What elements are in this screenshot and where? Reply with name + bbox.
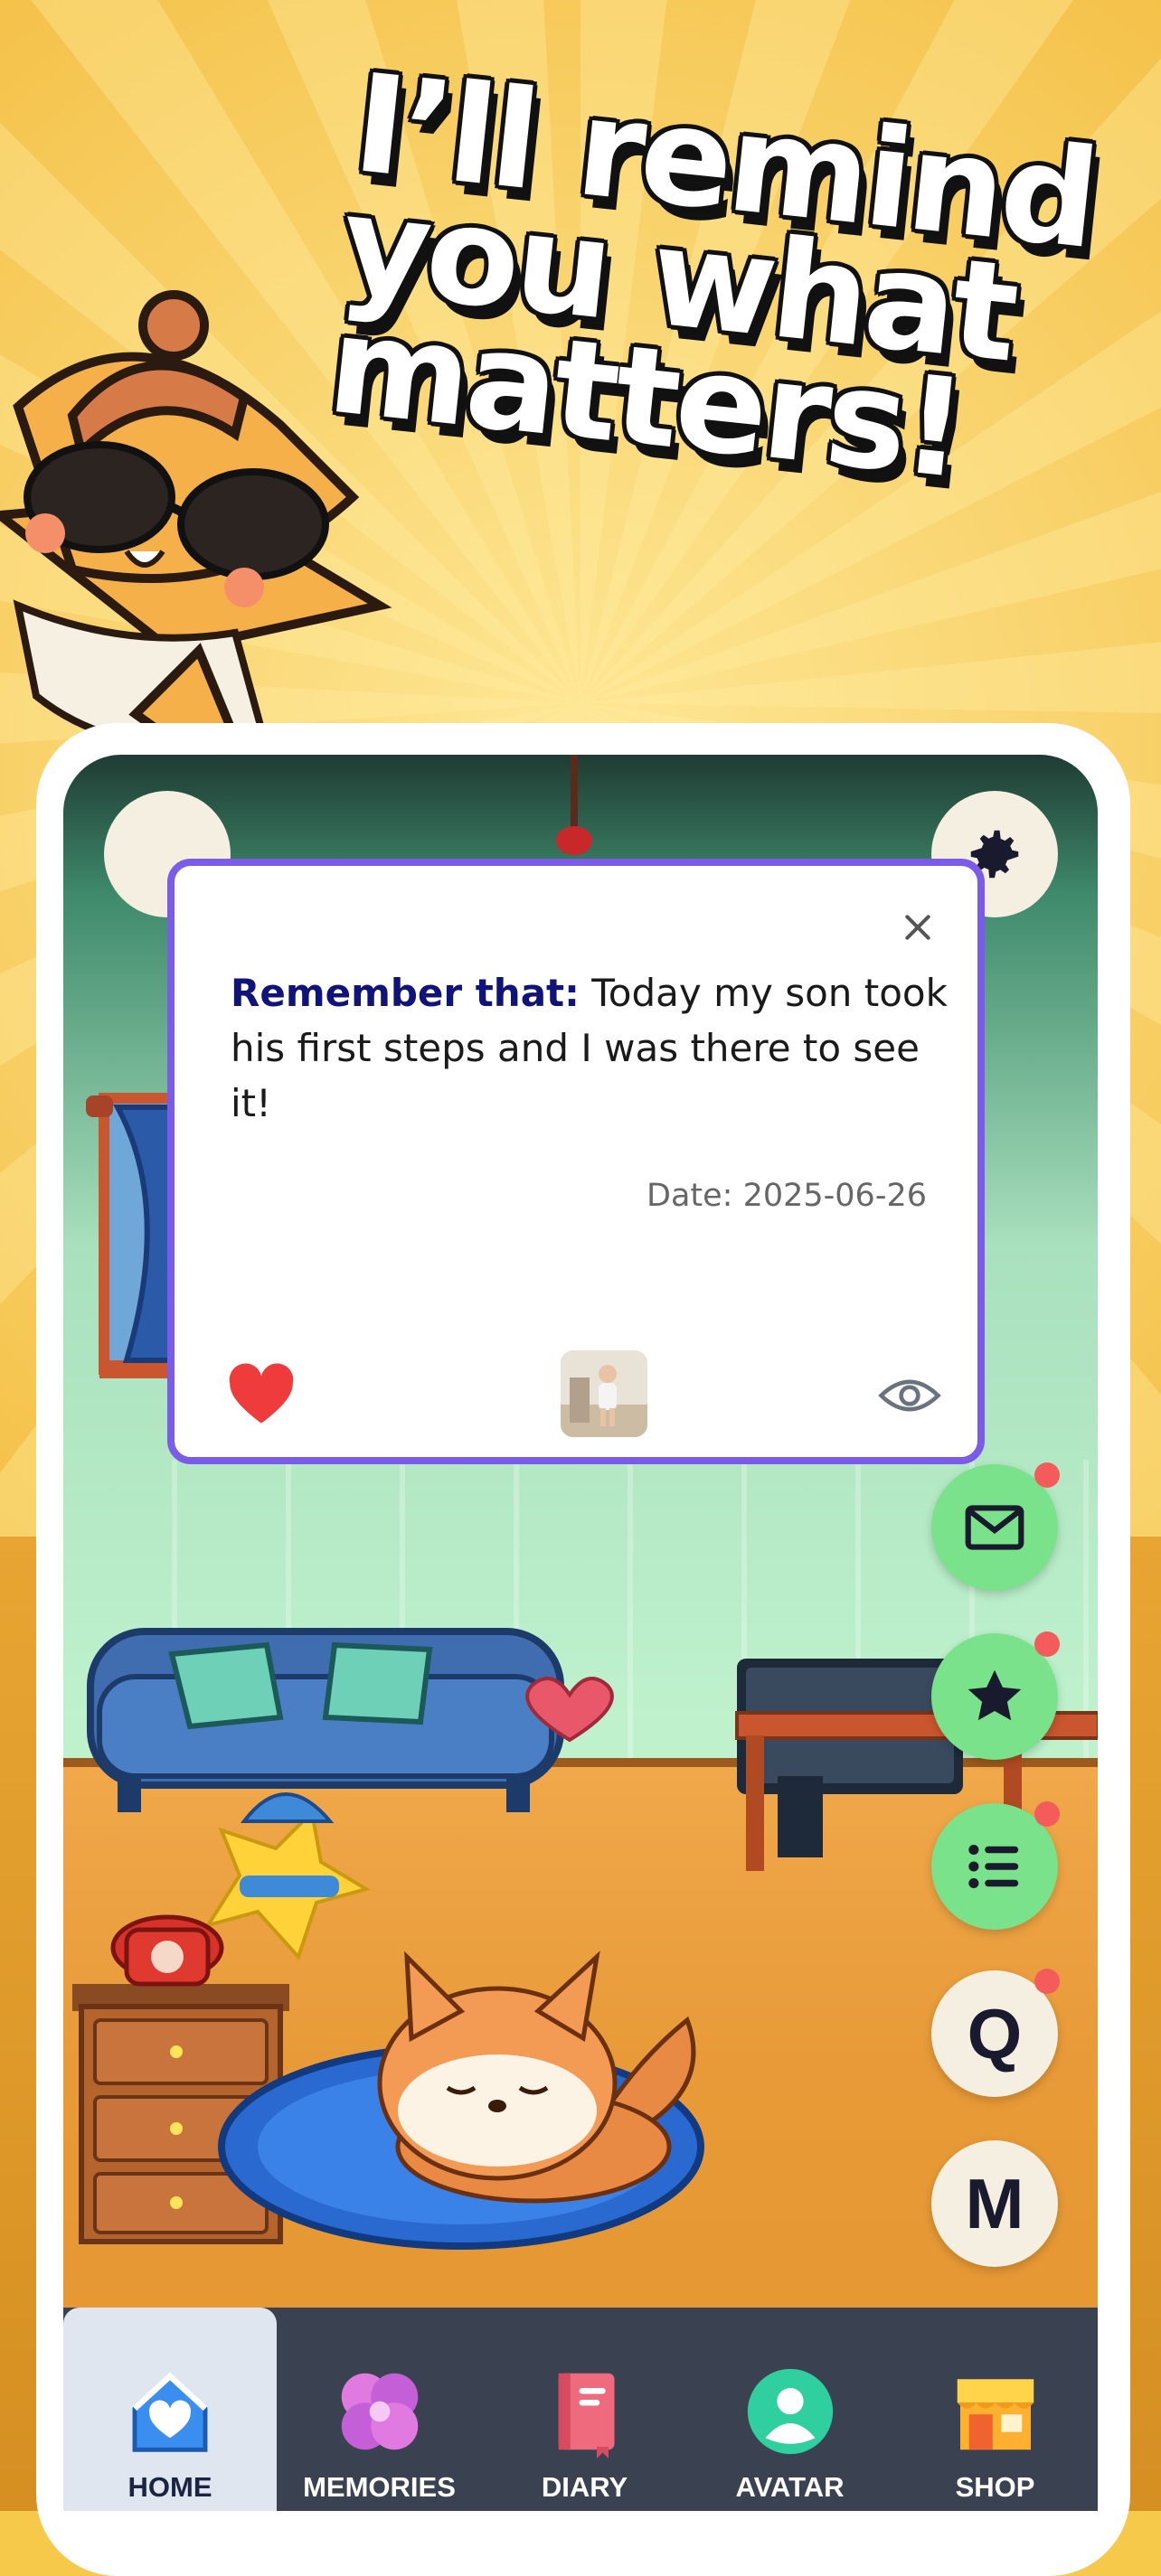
- home-icon: [132, 2372, 208, 2452]
- notification-dot: [1034, 1462, 1060, 1488]
- tab-diary-label: DIARY: [541, 2471, 628, 2503]
- tab-diary[interactable]: DIARY: [482, 2308, 687, 2511]
- puzzle-icon: [341, 2373, 418, 2450]
- m-button-label: M: [965, 2163, 1024, 2243]
- avatar-icon: [747, 2368, 833, 2455]
- tab-memories[interactable]: MEMORIES: [277, 2308, 482, 2511]
- tab-avatar-label: AVATAR: [735, 2471, 845, 2503]
- list-button[interactable]: [931, 1801, 1060, 1930]
- bottom-tab-bar: HOME MEMORIES DIARY AVATAR SHOP: [63, 2308, 1098, 2511]
- q-button-label: Q: [967, 1993, 1023, 2073]
- messages-button[interactable]: [931, 1462, 1060, 1591]
- view-eye-icon[interactable]: [878, 1374, 941, 1417]
- like-heart-icon[interactable]: [227, 1363, 296, 1426]
- shop-icon: [957, 2379, 1034, 2450]
- tab-avatar[interactable]: AVATAR: [687, 2308, 892, 2511]
- tab-memories-label: MEMORIES: [303, 2471, 456, 2503]
- favorites-button[interactable]: [931, 1631, 1060, 1760]
- baby-photo-image: [561, 1350, 647, 1437]
- notification-dot: [1034, 1631, 1060, 1657]
- tab-home-label: HOME: [127, 2471, 212, 2503]
- memory-text: Remember that: Today my son took his fir…: [231, 965, 954, 1131]
- notification-dot: [1034, 1801, 1060, 1827]
- tab-shop[interactable]: SHOP: [892, 2308, 1098, 2511]
- memory-reminder-popup: Remember that: Today my son took his fir…: [167, 859, 985, 1464]
- headline: I’ll remind you what matters!: [321, 45, 1103, 510]
- tab-home[interactable]: HOME: [63, 2308, 277, 2511]
- list-icon: [968, 1844, 1019, 1889]
- close-icon[interactable]: [900, 909, 936, 945]
- tab-shop-label: SHOP: [955, 2471, 1035, 2503]
- memory-photo-thumbnail[interactable]: [561, 1350, 647, 1437]
- notification-dot: [1034, 1969, 1060, 1994]
- q-button[interactable]: Q: [931, 1969, 1060, 2097]
- star-icon: [968, 1669, 1022, 1721]
- memory-date: Date: 2025-06-26: [647, 1178, 927, 1214]
- memory-lead: Remember that:: [231, 971, 580, 1015]
- diary-icon: [558, 2373, 614, 2458]
- mail-icon: [965, 1505, 1024, 1550]
- m-button[interactable]: M: [931, 2140, 1058, 2267]
